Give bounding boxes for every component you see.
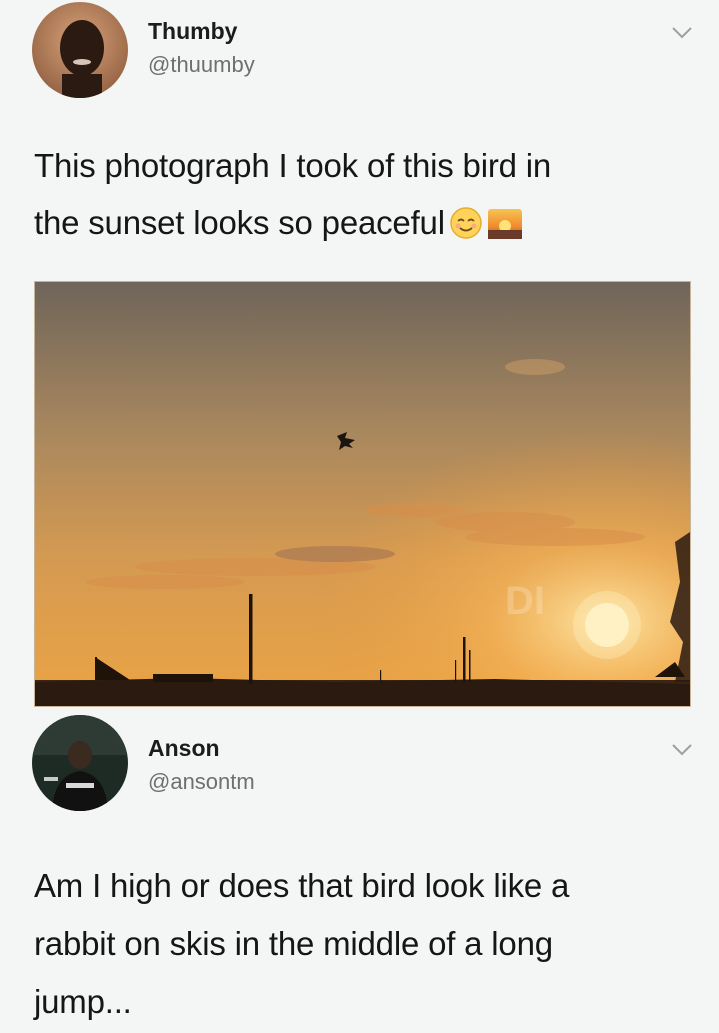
sunset-icon: [487, 200, 523, 257]
avatar-anson[interactable]: [32, 715, 128, 811]
tweet-text: Am I high or does that bird look like a …: [34, 857, 569, 1031]
tweet-thumby: Thumby @thuumby This photograph I took o…: [0, 0, 719, 720]
author-handle[interactable]: @ansontm: [148, 769, 255, 795]
author-name[interactable]: Thumby: [148, 18, 237, 45]
tweet-text-line: This photograph I took of this bird in: [34, 147, 552, 184]
tweet-text-line: jump...: [34, 983, 132, 1020]
chevron-down-icon[interactable]: [671, 743, 693, 757]
tweet-text: This photograph I took of this bird in t…: [34, 137, 551, 257]
relieved-face-icon: [449, 200, 483, 257]
watermark: DI: [505, 579, 545, 623]
tweet-photo[interactable]: DI: [34, 281, 691, 707]
tweet-anson: Anson @ansontm Am I high or does that bi…: [0, 705, 719, 1033]
author-handle[interactable]: @thuumby: [148, 52, 255, 78]
avatar-thumby[interactable]: [32, 2, 128, 98]
author-name[interactable]: Anson: [148, 735, 220, 762]
chevron-down-icon[interactable]: [671, 26, 693, 40]
tweet-text-line: the sunset looks so peaceful: [34, 204, 445, 241]
tweet-text-line-2: the sunset looks so peaceful: [34, 194, 551, 257]
tweet-text-line: rabbit on skis in the middle of a long: [34, 925, 553, 962]
tweet-text-line: Am I high or does that bird look like a: [34, 867, 570, 904]
